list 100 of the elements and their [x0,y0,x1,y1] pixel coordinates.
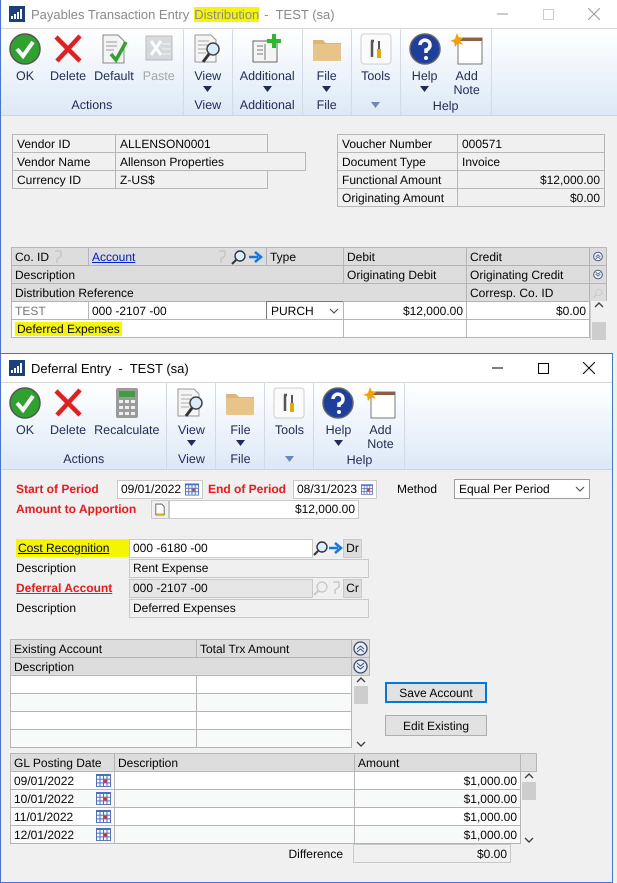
window-title: Deferral Entry - TEST (sa) [31,360,189,376]
ribbon-button[interactable]: Tools [356,32,396,95]
ribbon-button[interactable]: Add Note [360,386,400,451]
scroll-up-icon[interactable] [524,772,534,779]
column-header: Existing Account [10,639,197,658]
field-value: Z-US$ [115,170,268,189]
scrollbar-thumb[interactable] [522,782,536,800]
field-label[interactable]: Cost Recognition [16,539,132,557]
arrow-right-icon[interactable] [329,542,343,554]
ribbon-button[interactable]: View [188,32,228,95]
group-label: Help [432,98,460,115]
scroll-up-icon[interactable] [356,676,366,683]
type-dropdown[interactable]: PURCH [266,301,344,320]
field-label: Currency ID [12,170,116,189]
ribbon-button[interactable]: OK [5,386,45,449]
action-button[interactable]: Save Account [385,682,487,703]
ribbon-button[interactable]: Help [318,386,358,451]
column-header: Credit [466,247,590,266]
account-field[interactable]: 000 -2107 -00 [88,301,267,320]
header-cell [520,753,537,772]
scrollbar-thumb[interactable] [592,322,606,340]
method-dropdown[interactable]: Equal Per Period [454,479,590,499]
close-icon [583,362,595,374]
field-label: Originating Amount [337,188,458,207]
dropdown-icon[interactable] [575,486,585,492]
side-indicator: Dr [346,541,359,555]
expand-icon[interactable] [353,659,368,674]
date-field[interactable]: 09/01/2022 [117,480,203,498]
group-label: Actions [62,451,106,468]
field-label: End of Period [208,482,286,496]
ribbon-button[interactable]: OK [5,32,45,95]
column-header: Originating Debit [343,265,467,284]
calendar-icon[interactable] [96,792,111,805]
collapse-icon[interactable] [353,641,368,656]
column-header-link[interactable]: Account [92,250,136,264]
caret-icon [236,440,245,446]
date-field[interactable]: 11/01/2022 [10,807,115,826]
account-field[interactable]: 000 -6180 -00 [129,538,313,558]
tools-icon [272,386,306,420]
window-title: - TEST (sa) [264,6,335,22]
scroll-down-icon[interactable] [356,741,366,748]
date-field[interactable]: 10/01/2022 [10,789,115,808]
close-icon [588,8,600,20]
ribbon-button[interactable]: Help [404,32,445,97]
expand-icon[interactable] [593,267,603,282]
ribbon-button[interactable]: File [220,386,260,449]
column-header: Description [11,265,344,284]
help-icon [321,386,356,420]
ribbon-button[interactable]: Recalculate [91,386,162,449]
group-label: Help [346,452,374,469]
minimize-icon [492,367,502,369]
scrollbar-thumb[interactable] [354,686,368,704]
field-label: Method [397,482,438,496]
calendar-icon[interactable] [361,482,373,496]
tools-icon [358,32,393,66]
note-icon [450,32,484,66]
search-icon[interactable] [313,540,329,556]
calendar-icon[interactable] [96,810,111,823]
group-label: File [229,451,252,468]
dropdown-icon[interactable] [329,308,339,314]
ribbon-button[interactable]: Default [91,32,137,95]
date-field[interactable]: 12/01/2022 [10,825,115,844]
column-header: Co. ID [11,247,89,266]
column-header: Total Trx Amount [196,639,352,658]
scroll-down-icon[interactable] [524,837,534,844]
ribbon-button[interactable]: Tools [269,386,310,449]
description-field: Rent Expense [129,558,369,578]
action-button[interactable]: Edit Existing [385,715,487,736]
field-label: Amount to Apportion [16,502,136,516]
calendar-icon[interactable] [96,828,111,841]
group-label: Additional [238,97,296,114]
note-icon [363,386,398,420]
maximize-icon [542,8,554,20]
column-header: Distribution Reference [11,283,467,302]
table-cell: $1,000.00 [354,789,521,808]
table-cell: $12,000.00 [343,301,467,320]
collapse-icon[interactable] [593,249,603,264]
table-cell: TEST [11,301,89,320]
caret-icon [420,86,430,92]
caret-icon [334,440,343,446]
ribbon-button[interactable]: Delete [47,32,90,95]
scroll-up-icon[interactable] [594,301,604,308]
ribbon-button[interactable]: Add Note [446,32,487,97]
column-header: Corresp. Co. ID [466,283,590,302]
ribbon-button[interactable]: View [171,386,212,449]
window-title: Payables Transaction Entry [31,6,190,22]
ribbon-button[interactable]: Additional [236,32,298,95]
amount-field[interactable]: $12,000.00 [169,500,359,518]
side-indicator: Cr [346,581,359,595]
date-field[interactable]: 08/31/2023 [293,480,377,498]
field-value: ALLENSON0001 [115,134,268,153]
search-icon[interactable] [231,248,247,264]
ribbon-button[interactable]: File [306,32,347,95]
calendar-icon[interactable] [185,482,199,496]
date-field[interactable]: 09/01/2022 [10,771,115,790]
table-cell: $1,000.00 [354,807,521,826]
calendar-icon[interactable] [96,774,111,787]
note-icon[interactable] [155,502,165,516]
checkmark-icon [8,386,42,420]
ribbon-button[interactable]: Delete [47,386,90,449]
